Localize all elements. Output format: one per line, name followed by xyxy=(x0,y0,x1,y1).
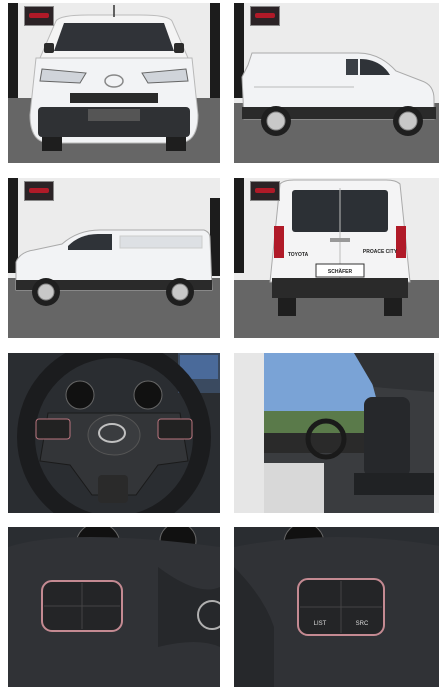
rear-model-badge-text: PROACE CITY xyxy=(363,249,398,255)
right-wheel-controls-image: LIST SRC xyxy=(234,527,439,687)
van-right-side-image xyxy=(234,3,439,163)
gallery-photo-left-side-view[interactable] xyxy=(8,178,220,338)
gallery-photo-right-side-view[interactable] xyxy=(234,3,439,163)
cabin-interior-image xyxy=(234,353,439,513)
dealer-logo-badge xyxy=(250,181,280,201)
gallery-photo-front-view[interactable] xyxy=(8,3,220,163)
left-wheel-controls-image xyxy=(8,527,220,687)
gallery-photo-cabin-interior[interactable] xyxy=(234,353,439,513)
gallery-photo-rear-view[interactable]: SCHÄFER TOYOTA PROACE CITY xyxy=(234,178,439,338)
dealer-logo-badge xyxy=(24,6,54,26)
van-rear-image: SCHÄFER TOYOTA PROACE CITY xyxy=(234,178,439,338)
dealer-logo-badge xyxy=(250,6,280,26)
dealer-logo-badge xyxy=(24,181,54,201)
list-button-label: LIST xyxy=(314,621,327,627)
src-button-label: SRC xyxy=(356,621,369,627)
van-left-side-image xyxy=(8,178,220,338)
van-front-image xyxy=(8,3,220,163)
gallery-photo-right-wheel-controls[interactable]: LIST SRC xyxy=(234,527,439,687)
steering-wheel-image xyxy=(8,353,220,513)
rear-brand-badge-text: TOYOTA xyxy=(288,252,309,258)
rear-license-plate-text: SCHÄFER xyxy=(328,268,353,275)
gallery-photo-left-wheel-controls[interactable] xyxy=(8,527,220,687)
gallery-photo-steering-wheel[interactable] xyxy=(8,353,220,513)
